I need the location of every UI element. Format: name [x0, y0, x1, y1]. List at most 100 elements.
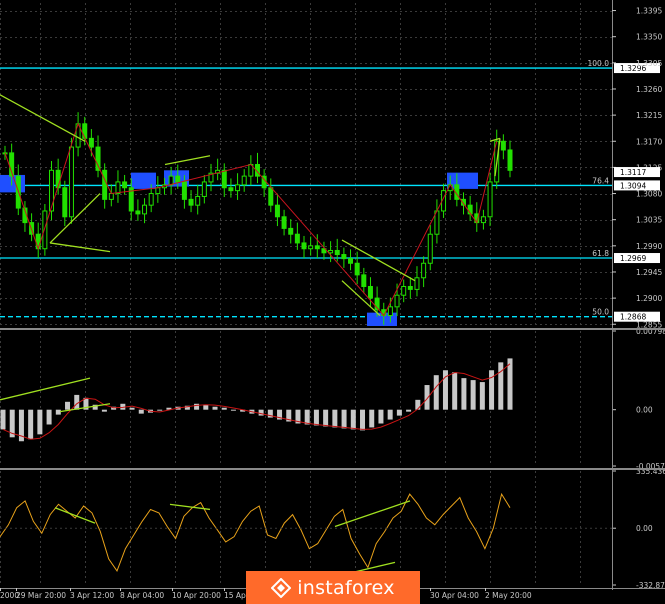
chart-canvas: 100.01.329676.41.309461.81.296950.01.286… [0, 0, 665, 600]
macd-bar [0, 409, 6, 430]
macd-bar [415, 399, 421, 410]
candle-body [221, 169, 227, 189]
candle-body [49, 169, 55, 212]
instaforex-logo-icon [271, 577, 292, 598]
macd-tick-label: 0.00 [636, 406, 653, 415]
candle-body [414, 277, 420, 290]
time-tick-label: 10 Apr 20:00 [172, 591, 221, 600]
candle-body [35, 233, 41, 250]
macd-bar [479, 382, 485, 410]
grid-lines [0, 3, 612, 585]
candle-body [148, 193, 154, 206]
candle-body [195, 195, 201, 206]
candle-body [301, 242, 307, 250]
macd-bar [452, 372, 458, 410]
candle-body [228, 187, 234, 192]
candle-body [142, 204, 148, 215]
macd-bar [46, 409, 52, 425]
price-axis: 1.3395 1.3350 1.3305 1.3260 1.3215 1.3170 1.31… [612, 7, 662, 329]
zigzag-line [4, 122, 498, 317]
macd-bar [396, 409, 402, 416]
candle-body [361, 274, 367, 287]
trend-line [0, 94, 86, 142]
price-tick-label: 1.3035 [636, 216, 662, 225]
price-tick-label: 1.3080 [636, 190, 662, 199]
candle-body [122, 181, 128, 189]
fib-level-label: 76.4 [592, 176, 609, 185]
macd-bar [203, 404, 209, 410]
blue-zone [0, 174, 25, 193]
candle-body [135, 210, 141, 215]
trend-line [49, 242, 111, 253]
price-tick-label: 1.2945 [636, 268, 662, 277]
candle-body [427, 233, 433, 264]
brand-logo-text: instaforex [297, 576, 395, 599]
price-tick-label: 1.3215 [636, 111, 662, 120]
candle-body [401, 285, 407, 296]
macd-bar [350, 409, 356, 430]
macd-bar [378, 409, 384, 424]
price-tick-label: 1.3395 [636, 7, 662, 16]
price-tick-label: 1.3305 [636, 59, 662, 68]
trend-lines [0, 94, 501, 317]
candle-body [102, 169, 108, 200]
macd-bar [129, 407, 135, 410]
macd-bar [323, 409, 329, 427]
macd-bar [304, 409, 310, 425]
price-tick-label: 1.2855 [636, 320, 662, 329]
macd-bar [341, 409, 347, 429]
macd-bar [230, 409, 236, 411]
macd-bar [258, 409, 264, 416]
macd-bar [221, 407, 227, 410]
candle-body [367, 285, 373, 299]
macd-bar [507, 358, 513, 410]
time-tick-label: 2 May 20:00 [485, 591, 532, 600]
candle-body [188, 198, 194, 206]
candle-body [235, 184, 241, 192]
fib-level-label: 50.0 [592, 308, 609, 317]
macd-bar [313, 409, 319, 426]
macd-bar [157, 409, 163, 411]
candle-body [348, 258, 354, 264]
time-tick-label: 30 Apr 04:00 [430, 591, 479, 600]
time-tick-label: 8 Apr 04:00 [120, 591, 164, 600]
candle-body [268, 187, 274, 206]
fib-level-label: 100.0 [588, 59, 610, 68]
candle-body [354, 262, 360, 276]
blue-zone [131, 172, 156, 189]
macd-bar [212, 406, 218, 410]
candle-body [62, 187, 68, 218]
macd-bar [332, 409, 338, 428]
candle-body [241, 175, 247, 186]
fib-level-label: 61.8 [592, 249, 609, 258]
candle-body [281, 216, 287, 229]
price-tick-label: 1.3260 [636, 85, 662, 94]
macd-pane: 0.007980.00-0.00571 [0, 327, 665, 471]
candle-body [288, 227, 294, 235]
fib-level-value: 1.2969 [620, 254, 646, 263]
candle-body [421, 262, 427, 279]
candle-body [82, 123, 88, 139]
candle-body [274, 204, 280, 218]
time-tick-label: 3 Apr 12:00 [70, 591, 114, 600]
macd-bar [461, 378, 467, 410]
macd-bar [101, 409, 107, 412]
macd-bar [433, 375, 439, 410]
candle-body [394, 294, 400, 308]
macd-bar [65, 401, 71, 410]
cci-line [0, 492, 511, 572]
trend-line [164, 155, 211, 166]
candle-body [334, 249, 340, 256]
candle-body [201, 181, 207, 197]
price-tick-label: 1.3170 [636, 137, 662, 146]
candle-body [108, 193, 114, 200]
candle-body [341, 254, 347, 260]
candle-body [294, 233, 300, 244]
cci-tick-label: 0.00 [636, 524, 653, 533]
brand-logo: instaforex [246, 571, 420, 604]
candle-body [68, 146, 74, 218]
candle-body [407, 285, 413, 290]
macd-bar [470, 380, 476, 410]
zigzag-polyline [4, 122, 498, 317]
candlestick-series [2, 112, 513, 325]
